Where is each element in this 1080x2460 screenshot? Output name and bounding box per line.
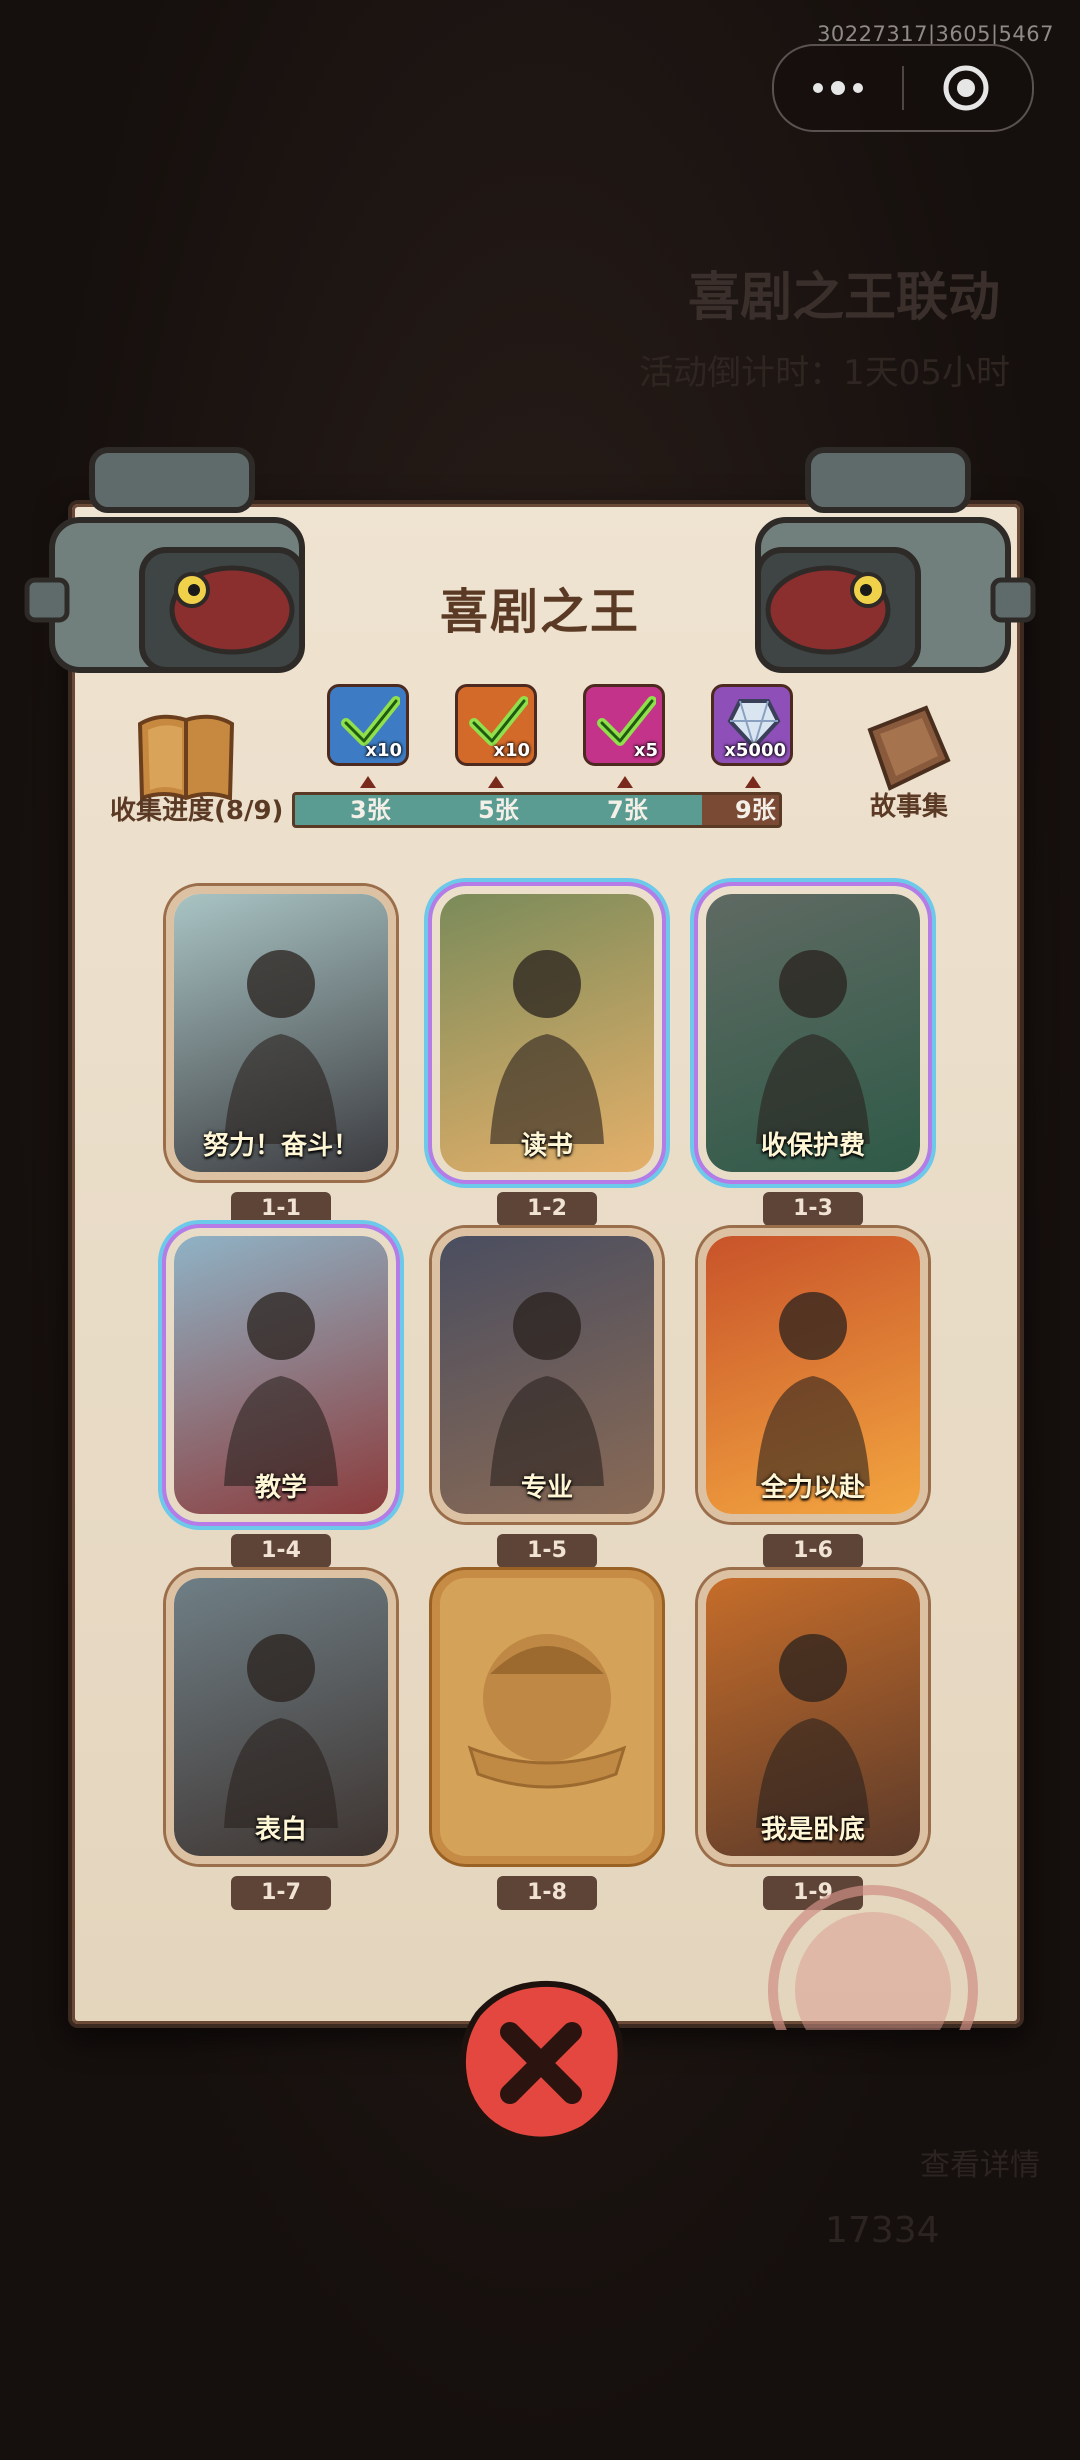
card-number-label: 1-7	[231, 1876, 331, 1910]
card-number-label: 1-3	[763, 1192, 863, 1226]
reward-chest-4[interactable]: x5000	[711, 684, 793, 766]
close-target-icon[interactable]	[942, 64, 990, 112]
more-dots-icon[interactable]	[806, 66, 870, 110]
reward-qty: x10	[493, 740, 530, 761]
story-card-1-1[interactable]: 努力！奋斗！	[166, 886, 396, 1180]
reward-threshold-3: 7张	[607, 796, 648, 824]
story-card-1-9[interactable]: 我是卧底	[698, 1570, 928, 1864]
video-camera-right-icon	[755, 447, 1036, 673]
card-title: 收保护费	[760, 1131, 865, 1161]
card-number-label: 1-1	[231, 1192, 331, 1226]
card-title: 我是卧底	[760, 1815, 865, 1845]
close-x-icon[interactable]	[456, 1976, 626, 2146]
story-card-1-5[interactable]: 专业	[432, 1228, 662, 1522]
reward-threshold-2: 5张	[478, 796, 519, 824]
reward-qty: x5	[633, 740, 658, 761]
card-title: 表白	[254, 1815, 307, 1845]
card-title: 努力！奋斗！	[202, 1131, 359, 1161]
capsule-divider	[902, 66, 904, 110]
reward-marker-4	[745, 776, 761, 788]
story-card-1-4[interactable]: 教学	[166, 1228, 396, 1522]
card-number-label: 1-6	[763, 1534, 863, 1568]
story-card-1-3[interactable]: 收保护费	[698, 886, 928, 1180]
system-info-text: 30227317|3605|5467	[817, 22, 1054, 46]
story-card-1-7[interactable]: 表白	[166, 1570, 396, 1864]
reward-threshold-1: 3张	[350, 796, 391, 824]
card-number-label: 1-8	[497, 1876, 597, 1910]
reward-chest-1[interactable]: x10	[327, 684, 409, 766]
seal-stamp-icon	[768, 1885, 978, 2030]
reward-marker-3	[617, 776, 633, 788]
collection-progress-label: 收集进度(8/9)	[110, 796, 284, 826]
card-number-label: 1-4	[231, 1534, 331, 1568]
story-book-icon[interactable]	[856, 700, 956, 800]
card-title: 教学	[254, 1473, 307, 1503]
story-card-1-6[interactable]: 全力以赴	[698, 1228, 928, 1522]
panel-title: 喜剧之王	[439, 584, 640, 640]
card-number-label: 1-2	[497, 1192, 597, 1226]
reward-chest-2[interactable]: x10	[455, 684, 537, 766]
reward-qty: x10	[365, 740, 402, 761]
reward-qty: x5000	[724, 740, 786, 761]
reward-marker-2	[488, 776, 504, 788]
reward-marker-1	[360, 776, 376, 788]
card-number-label: 1-5	[497, 1534, 597, 1568]
card-title: 读书	[520, 1131, 573, 1161]
locked-character-icon	[450, 1588, 644, 1846]
background-currency-count: 17334	[825, 2210, 940, 2251]
video-camera-left-icon	[24, 447, 305, 673]
story-card-1-2[interactable]: 读书	[432, 886, 662, 1180]
background-hint: 查看详情	[920, 2148, 1040, 2183]
card-title: 全力以赴	[760, 1473, 865, 1503]
story-collection-label[interactable]: 故事集	[870, 786, 948, 823]
background-countdown: 活动倒计时：1天05小时	[639, 353, 1010, 393]
background-event-title: 喜剧之王联动	[687, 268, 1000, 328]
reward-chest-3[interactable]: x5	[583, 684, 665, 766]
card-title: 专业	[520, 1473, 573, 1503]
story-card-1-8[interactable]	[432, 1570, 662, 1864]
miniprogram-capsule	[772, 44, 1034, 132]
reward-threshold-4: 9张	[735, 796, 776, 824]
